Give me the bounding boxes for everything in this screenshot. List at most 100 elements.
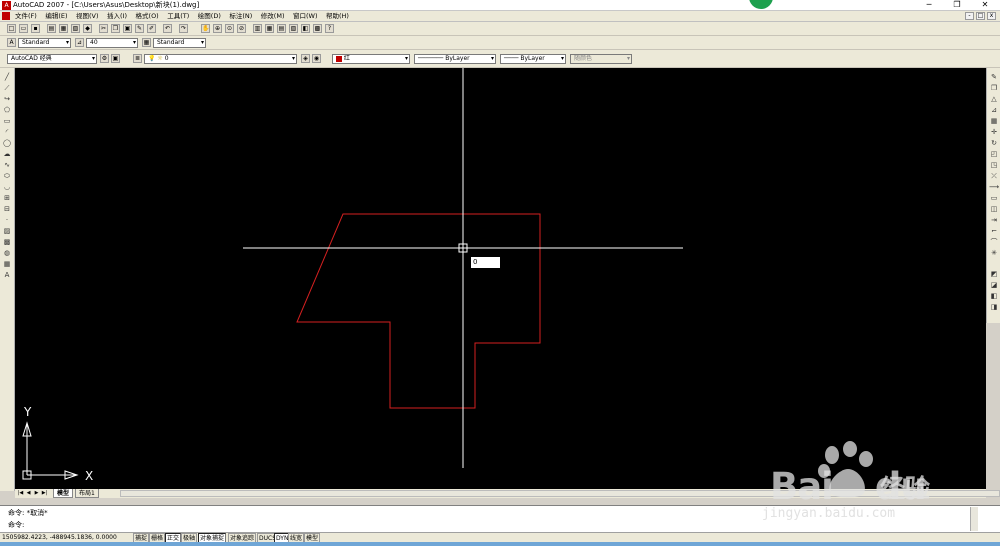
revision-cloud-icon[interactable]: ☁ <box>2 149 12 159</box>
restore-button[interactable]: ❐ <box>943 0 971 10</box>
next-tab-button[interactable]: ▶ <box>33 490 40 497</box>
layer-select[interactable]: 💡 ☼ 0 ▾ <box>144 54 297 64</box>
chamfer-icon[interactable]: ⌐ <box>989 226 999 236</box>
layer-previous-icon[interactable]: ◉ <box>312 54 321 63</box>
document-icon[interactable] <box>2 12 10 20</box>
ellipse-arc-icon[interactable]: ◡ <box>2 182 12 192</box>
last-tab-button[interactable]: ▶| <box>41 490 48 497</box>
menu-dimension[interactable]: 标注(N) <box>229 11 252 22</box>
spline-icon[interactable]: ∿ <box>2 160 12 170</box>
workspace-settings-icon[interactable]: ⚙ <box>100 54 109 63</box>
move-icon[interactable]: ✛ <box>989 127 999 137</box>
tab-model[interactable]: 模型 <box>53 489 74 498</box>
mirror-icon[interactable]: △ <box>989 94 999 104</box>
break-at-point-icon[interactable]: ▭ <box>989 193 999 203</box>
array-icon[interactable]: ▦ <box>989 116 999 126</box>
preview-icon[interactable]: ▦ <box>59 24 68 33</box>
copy-icon[interactable]: ❐ <box>111 24 120 33</box>
tool-palettes-icon[interactable]: ▤ <box>277 24 286 33</box>
circle-icon[interactable]: ◯ <box>2 138 12 148</box>
break-icon[interactable]: ◫ <box>989 204 999 214</box>
command-scrollbar[interactable] <box>970 507 978 531</box>
linetype-select[interactable]: ─────── ByLayer ▾ <box>414 54 496 64</box>
draworder-front-icon[interactable]: ◩ <box>989 269 999 279</box>
dynamic-input-field[interactable]: 0 <box>471 257 500 268</box>
line-icon[interactable]: ╱ <box>2 72 12 82</box>
match-properties-icon[interactable]: ✎ <box>135 24 144 33</box>
zoom-realtime-icon[interactable]: ⊕ <box>213 24 222 33</box>
command-prompt[interactable]: 命令: <box>8 520 24 530</box>
save-icon[interactable]: ▪ <box>31 24 40 33</box>
autocad-app-icon[interactable]: A <box>2 1 11 10</box>
paste-icon[interactable]: ▣ <box>123 24 132 33</box>
text-style-icon[interactable]: A <box>7 38 16 47</box>
color-select[interactable]: 红 ▾ <box>332 54 410 64</box>
ellipse-icon[interactable]: ⬭ <box>2 171 12 181</box>
etransmit-icon[interactable]: ◆ <box>83 24 92 33</box>
copy-object-icon[interactable]: ❐ <box>989 83 999 93</box>
polyline-icon[interactable]: ↪ <box>2 94 12 104</box>
draworder-under-icon[interactable]: ◨ <box>989 302 999 312</box>
draworder-back-icon[interactable]: ◪ <box>989 280 999 290</box>
open-icon[interactable]: ▭ <box>19 24 28 33</box>
make-block-icon[interactable]: ⊟ <box>2 204 12 214</box>
minimize-button[interactable]: ─ <box>915 0 943 10</box>
doc-close-button[interactable]: x <box>987 12 996 20</box>
gradient-icon[interactable]: ▩ <box>2 237 12 247</box>
menu-file[interactable]: 文件(F) <box>15 11 37 22</box>
undo-icon[interactable]: ↶ <box>163 24 172 33</box>
calculator-icon[interactable]: ▩ <box>313 24 322 33</box>
menu-format[interactable]: 格式(O) <box>136 11 159 22</box>
workspace-save-icon[interactable]: ▣ <box>111 54 120 63</box>
stretch-icon[interactable]: ◳ <box>989 160 999 170</box>
sheet-set-icon[interactable]: ▧ <box>289 24 298 33</box>
close-button[interactable]: ✕ <box>971 0 999 10</box>
properties-icon[interactable]: ▥ <box>253 24 262 33</box>
multiline-text-icon[interactable]: A <box>2 270 12 280</box>
menu-view[interactable]: 视图(V) <box>76 11 99 22</box>
help-icon[interactable]: ? <box>325 24 334 33</box>
menu-modify[interactable]: 修改(M) <box>261 11 285 22</box>
lineweight-select[interactable]: ──── ByLayer ▾ <box>500 54 566 64</box>
new-icon[interactable]: □ <box>7 24 16 33</box>
make-current-layer-icon[interactable]: ◈ <box>301 54 310 63</box>
trim-icon[interactable]: ⤫ <box>989 171 999 181</box>
rotate-icon[interactable]: ↻ <box>989 138 999 148</box>
dim-style-icon[interactable]: ⊿ <box>75 38 84 47</box>
rectangle-icon[interactable]: ▭ <box>2 116 12 126</box>
prev-tab-button[interactable]: ◀ <box>25 490 32 497</box>
cut-icon[interactable]: ✂ <box>99 24 108 33</box>
zoom-window-icon[interactable]: ⊙ <box>225 24 234 33</box>
doc-restore-button[interactable]: □ <box>976 12 985 20</box>
menu-window[interactable]: 窗口(W) <box>293 11 318 22</box>
dim-style-select[interactable]: 40 ▾ <box>86 38 138 48</box>
print-icon[interactable]: ▤ <box>47 24 56 33</box>
hatch-icon[interactable]: ▨ <box>2 226 12 236</box>
green-badge-icon[interactable] <box>749 0 773 9</box>
redo-icon[interactable]: ↷ <box>179 24 188 33</box>
workspace-select[interactable]: AutoCAD 经典 ▾ <box>7 54 97 64</box>
drawing-canvas[interactable]: Y X 0 <box>15 68 986 489</box>
markup-icon[interactable]: ◧ <box>301 24 310 33</box>
pan-icon[interactable]: ✋ <box>201 24 210 33</box>
explode-icon[interactable]: ✳ <box>989 248 999 258</box>
text-style-select[interactable]: Standard ▾ <box>18 38 71 48</box>
block-editor-icon[interactable]: ✐ <box>147 24 156 33</box>
menu-draw[interactable]: 绘图(D) <box>198 11 221 22</box>
erase-icon[interactable]: ✎ <box>989 72 999 82</box>
menu-help[interactable]: 帮助(H) <box>326 11 349 22</box>
table-style-select[interactable]: Standard ▾ <box>153 38 206 48</box>
offset-icon[interactable]: ⊿ <box>989 105 999 115</box>
design-center-icon[interactable]: ▦ <box>265 24 274 33</box>
point-icon[interactable]: · <box>2 215 12 225</box>
menu-tools[interactable]: 工具(T) <box>167 11 189 22</box>
publish-icon[interactable]: ▧ <box>71 24 80 33</box>
table-icon[interactable]: ▦ <box>2 259 12 269</box>
fillet-icon[interactable]: ⌒ <box>989 237 999 247</box>
insert-block-icon[interactable]: ⊞ <box>2 193 12 203</box>
region-icon[interactable]: ◍ <box>2 248 12 258</box>
join-icon[interactable]: ⇥ <box>989 215 999 225</box>
menu-insert[interactable]: 插入(I) <box>107 11 127 22</box>
layer-manager-icon[interactable]: ≣ <box>133 54 142 63</box>
scale-icon[interactable]: ◰ <box>989 149 999 159</box>
